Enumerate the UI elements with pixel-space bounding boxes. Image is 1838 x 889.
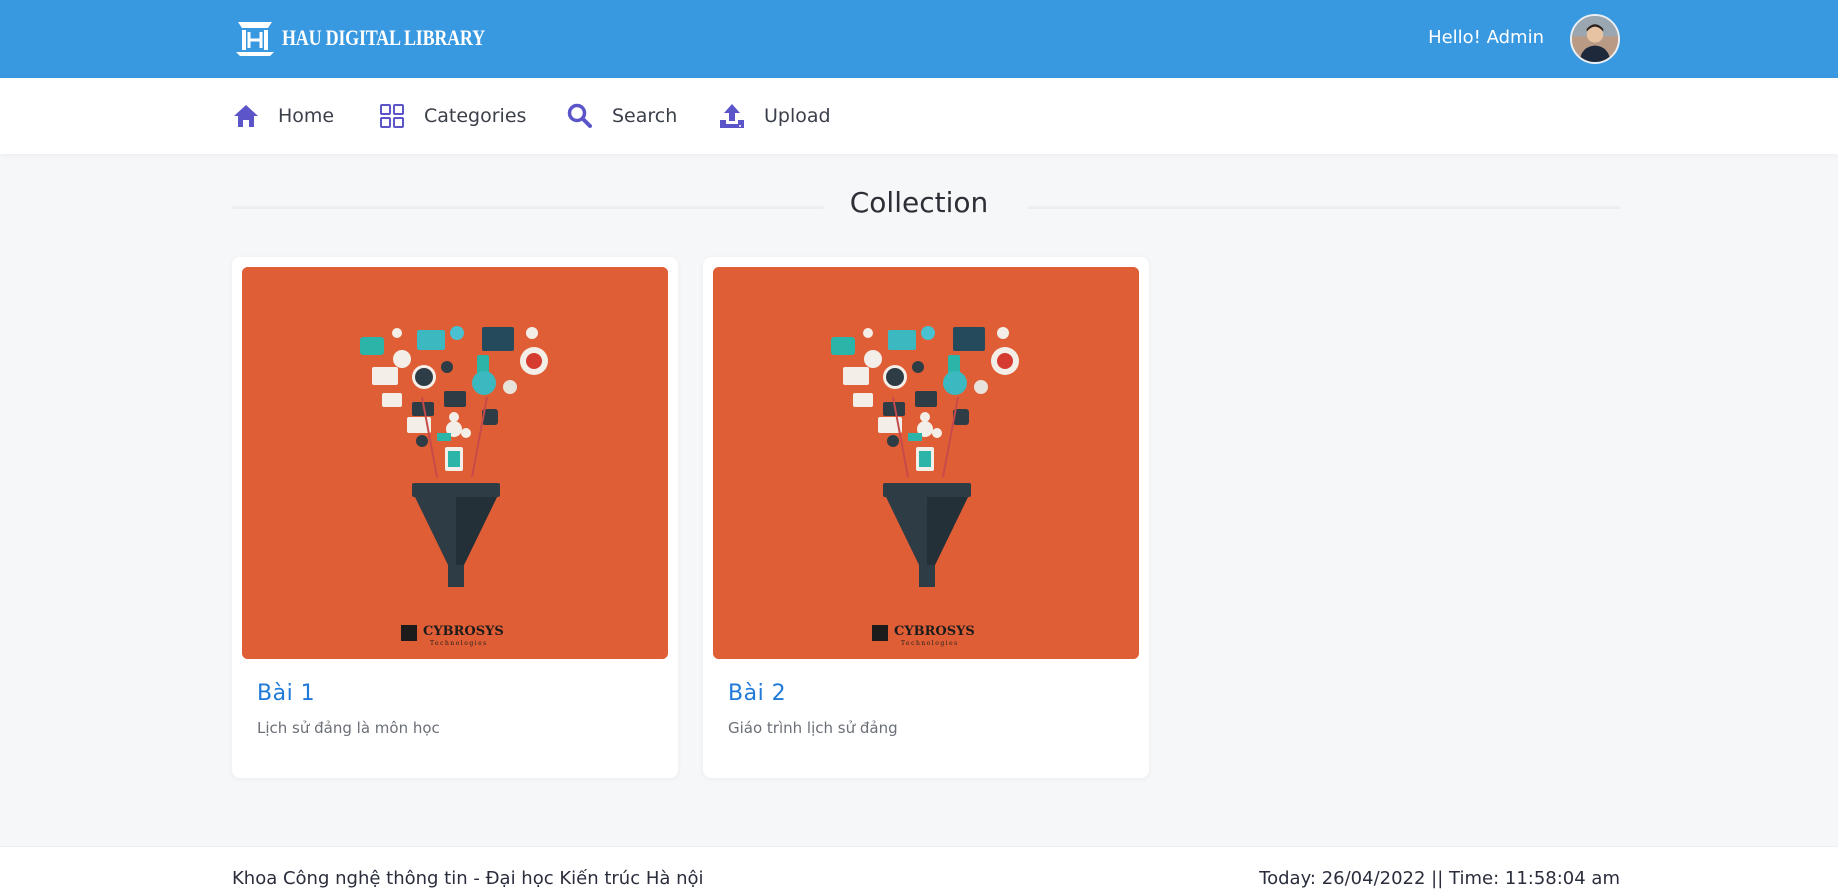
nav-label-categories: Categories <box>424 105 527 127</box>
card-thumbnail[interactable]: CYBROSYS Technologies <box>242 267 668 659</box>
nav-item-upload[interactable]: Upload <box>718 78 831 154</box>
logo-icon <box>236 22 274 56</box>
card-description: Lịch sử đảng là môn học <box>257 719 440 737</box>
top-header: HAU DIGITAL LIBRARY Hello! Admin <box>0 0 1838 78</box>
footer-datetime: Today: 26/04/2022 || Time: 11:58:04 am <box>1259 868 1620 889</box>
user-greeting: Hello! Admin <box>1428 27 1544 48</box>
user-avatar[interactable] <box>1570 14 1620 64</box>
card-thumbnail[interactable]: CYBROSYS Technologies <box>713 267 1139 659</box>
search-icon <box>567 103 592 128</box>
footer-organization: Khoa Công nghệ thông tin - Đại học Kiến … <box>232 868 704 889</box>
logo-text: HAU DIGITAL LIBRARY <box>282 25 485 50</box>
title-divider-right <box>1027 206 1621 209</box>
card-image-caption: CYBROSYS <box>423 624 504 639</box>
funnel-illustration: CYBROSYS Technologies <box>713 267 1139 659</box>
home-icon <box>234 105 258 127</box>
card-title[interactable]: Bài 2 <box>728 681 786 706</box>
card-image-caption: CYBROSYS <box>894 624 975 639</box>
nav-item-categories[interactable]: Categories <box>378 78 526 154</box>
grid-icon <box>380 104 404 128</box>
upload-icon <box>720 104 744 128</box>
main-navigation: Home Categories Search Upload <box>0 78 1838 154</box>
card-title[interactable]: Bài 1 <box>257 681 315 706</box>
avatar-image <box>1572 16 1618 62</box>
page-title: Collection <box>849 186 989 219</box>
card-image-subcaption: Technologies <box>901 640 959 647</box>
collection-card[interactable]: CYBROSYS Technologies Bài 2 Giáo trình l… <box>703 257 1149 778</box>
nav-label-upload: Upload <box>764 105 831 127</box>
site-logo[interactable]: HAU DIGITAL LIBRARY <box>232 18 529 58</box>
page-footer: Khoa Công nghệ thông tin - Đại học Kiến … <box>0 846 1838 889</box>
nav-item-search[interactable]: Search <box>566 78 677 154</box>
collection-card[interactable]: CYBROSYS Technologies Bài 1 Lịch sử đảng… <box>232 257 678 778</box>
nav-label-home: Home <box>278 105 335 127</box>
card-image-subcaption: Technologies <box>430 640 488 647</box>
nav-item-home[interactable]: Home <box>232 78 334 154</box>
nav-label-search: Search <box>612 105 678 127</box>
card-description: Giáo trình lịch sử đảng <box>728 719 898 737</box>
funnel-illustration: CYBROSYS Technologies <box>242 267 668 659</box>
